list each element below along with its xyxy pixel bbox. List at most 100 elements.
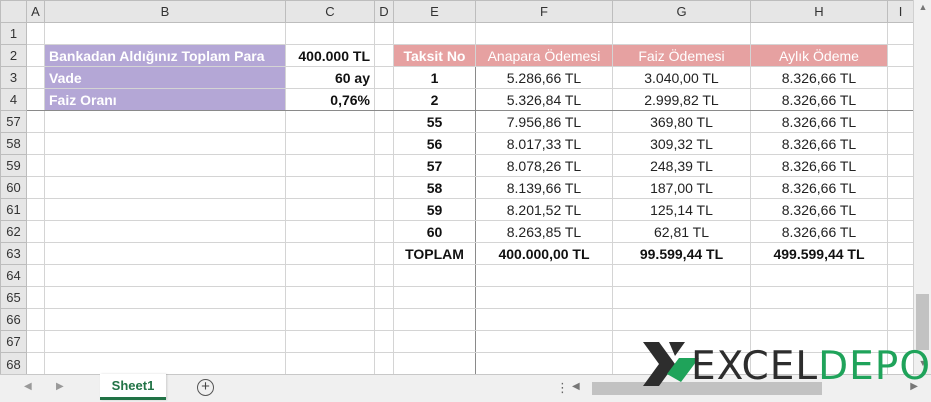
installment-no[interactable]: 58 [393,176,476,199]
cell[interactable] [612,286,751,309]
select-all-corner[interactable] [0,0,27,23]
principal-payment[interactable]: 8.263,85 TL [475,220,613,243]
cell[interactable] [44,242,286,265]
cell[interactable] [285,132,375,155]
cell[interactable] [887,308,914,331]
header-faiz[interactable]: Faiz Ödemesi [612,44,751,67]
interest-payment[interactable]: 3.040,00 TL [612,66,751,89]
monthly-payment[interactable]: 8.326,66 TL [750,132,888,155]
term-value[interactable]: 60 ay [285,66,375,89]
total-label[interactable]: TOPLAM [393,242,476,265]
row-header[interactable]: 2 [0,44,27,67]
cell[interactable] [26,88,45,111]
principal-payment[interactable]: 8.139,66 TL [475,176,613,199]
interest-payment[interactable]: 187,00 TL [612,176,751,199]
column-header-g[interactable]: G [612,0,751,23]
rate-value[interactable]: 0,76% [285,88,375,111]
term-label[interactable]: Vade [44,66,286,89]
rate-label[interactable]: Faiz Oranı [44,88,286,111]
principal-payment[interactable]: 8.201,52 TL [475,198,613,221]
interest-payment[interactable]: 125,14 TL [612,198,751,221]
cell[interactable] [475,264,613,287]
total-interest[interactable]: 99.599,44 TL [612,242,751,265]
spreadsheet-grid[interactable]: A B C D E F G H I 1 2 Bankadan Aldığınız… [0,0,914,377]
cell[interactable] [285,264,375,287]
cell[interactable] [285,198,375,221]
installment-no[interactable]: 55 [393,110,476,133]
cell[interactable] [26,110,45,133]
cell[interactable] [26,352,45,377]
interest-payment[interactable]: 309,32 TL [612,132,751,155]
row-header[interactable]: 65 [0,286,27,309]
column-header-i[interactable]: I [887,0,914,23]
cell[interactable] [26,220,45,243]
interest-payment[interactable]: 369,80 TL [612,110,751,133]
tab-split-handle-icon[interactable]: ⋮ [556,380,569,396]
row-header[interactable]: 1 [0,22,27,45]
cell[interactable] [475,22,613,45]
cell[interactable] [887,88,914,111]
cell[interactable] [44,220,286,243]
cell[interactable] [750,308,888,331]
cell[interactable] [887,22,914,45]
cell[interactable] [374,132,394,155]
cell[interactable] [475,330,613,353]
cell[interactable] [374,44,394,67]
cell[interactable] [374,330,394,353]
row-header[interactable]: 60 [0,176,27,199]
cell[interactable] [44,308,286,331]
cell[interactable] [374,308,394,331]
column-header-h[interactable]: H [750,0,888,23]
row-header[interactable]: 68 [0,352,27,377]
column-header-c[interactable]: C [285,0,375,23]
column-header-b[interactable]: B [44,0,286,23]
row-header[interactable]: 62 [0,220,27,243]
cell[interactable] [887,44,914,67]
row-header[interactable]: 66 [0,308,27,331]
cell[interactable] [750,264,888,287]
monthly-payment[interactable]: 8.326,66 TL [750,66,888,89]
row-header[interactable]: 57 [0,110,27,133]
total-principal[interactable]: 400.000,00 TL [475,242,613,265]
cell[interactable] [285,330,375,353]
cell[interactable] [475,308,613,331]
row-header[interactable]: 64 [0,264,27,287]
cell[interactable] [374,352,394,377]
scroll-up-arrow-icon[interactable]: ▲ [914,2,931,12]
row-header[interactable]: 4 [0,88,27,111]
row-header[interactable]: 58 [0,132,27,155]
cell[interactable] [887,110,914,133]
cell[interactable] [393,308,476,331]
cell[interactable] [44,110,286,133]
scroll-left-arrow-icon[interactable]: ◀ [572,381,580,392]
cell[interactable] [374,176,394,199]
cell[interactable] [887,66,914,89]
header-anapara[interactable]: Anapara Ödemesi [475,44,613,67]
add-sheet-icon[interactable]: + [197,379,214,396]
cell[interactable] [393,286,476,309]
cell[interactable] [26,264,45,287]
vertical-scrollbar[interactable]: ▲ ▼ [913,0,931,374]
cell[interactable] [887,220,914,243]
cell[interactable] [887,132,914,155]
header-taksit-no[interactable]: Taksit No [393,44,476,67]
cell[interactable] [374,198,394,221]
principal-payment[interactable]: 5.286,66 TL [475,66,613,89]
cell[interactable] [26,154,45,177]
sheet-tab[interactable]: Sheet1 [100,374,166,400]
cell[interactable] [26,308,45,331]
installment-no[interactable]: 2 [393,88,476,111]
row-header[interactable]: 3 [0,66,27,89]
cell[interactable] [44,352,286,377]
cell[interactable] [285,242,375,265]
cell[interactable] [44,330,286,353]
cell[interactable] [374,22,394,45]
cell[interactable] [285,110,375,133]
column-header-f[interactable]: F [475,0,613,23]
cell[interactable] [285,154,375,177]
cell[interactable] [887,242,914,265]
cell[interactable] [285,286,375,309]
cell[interactable] [374,110,394,133]
next-sheet-arrow-icon[interactable]: ▶ [56,381,64,392]
cell[interactable] [44,198,286,221]
